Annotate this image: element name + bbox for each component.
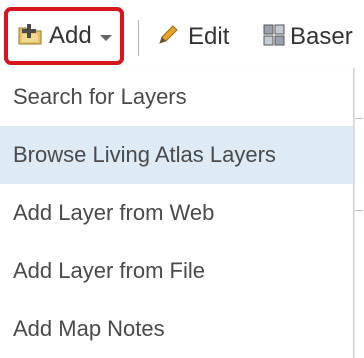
map-toolbar: Add Edit Baser [0,0,364,70]
menu-item-browse-living-atlas-layers[interactable]: Browse Living Atlas Layers [0,126,353,184]
menu-item-label: Add Layer from File [13,258,205,283]
basemap-button-label: Baser [290,23,353,50]
menu-item-add-layer-from-web[interactable]: Add Layer from Web [0,184,353,242]
menu-item-label: Add Layer from Web [13,200,215,225]
menu-item-add-layer-from-file[interactable]: Add Layer from File [0,242,353,300]
pencil-icon [156,23,180,52]
add-dropdown-menu: Search for Layers Browse Living Atlas La… [0,68,354,358]
menu-item-label: Browse Living Atlas Layers [13,142,276,167]
background-panel-edge [354,68,364,358]
panel-divider [355,210,363,211]
edit-button-label: Edit [188,23,230,50]
menu-item-label: Search for Layers [13,84,187,109]
panel-divider [355,118,363,119]
add-layer-icon [17,22,43,51]
menu-item-add-map-notes[interactable]: Add Map Notes [0,300,353,358]
basemap-grid-icon [262,23,286,52]
menu-item-label: Add Map Notes [13,316,165,341]
add-button-label: Add [49,22,92,49]
add-button[interactable]: Add [4,7,124,65]
toolbar-separator [138,20,139,56]
caret-down-icon [99,34,112,41]
edit-button[interactable]: Edit [156,20,229,54]
basemap-button[interactable]: Baser [262,20,353,54]
menu-item-search-for-layers[interactable]: Search for Layers [0,68,353,126]
